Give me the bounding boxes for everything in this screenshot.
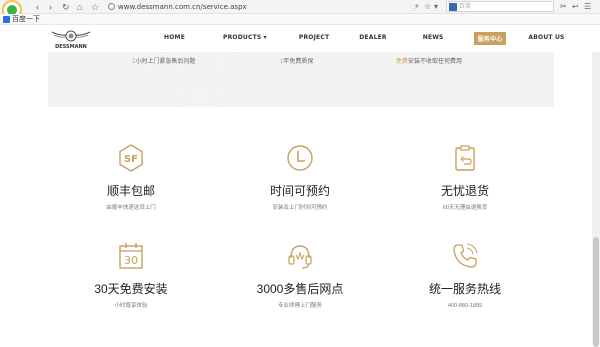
nav-products[interactable]: PRODUCTS ▾ (223, 34, 267, 45)
service-title: 统一服务热线 (428, 282, 501, 296)
star-icon[interactable]: ☆ (91, 2, 99, 12)
banner-item: 2小时上门紧急售后问题 (132, 59, 196, 65)
return-box-icon (455, 145, 475, 171)
svg-text:SF: SF (124, 154, 138, 165)
service-banner: 2小时上门紧急售后问题 1年免费质保 免费安装不收取任何费用 (48, 52, 554, 107)
dropdown-icon[interactable]: ▾ (434, 2, 438, 12)
main-nav: HOME PRODUCTS ▾ PROJECT DEALER NEWS 服务中心… (160, 32, 565, 45)
site-header: DESSMANN HOME PRODUCTS ▾ PROJECT DEALER … (0, 25, 600, 52)
sf-express-icon: SF (119, 144, 143, 172)
headset-icon (288, 245, 312, 269)
site-info-icon[interactable] (108, 3, 115, 10)
nav-service-center[interactable]: 服务中心 (473, 32, 507, 45)
phone-icon (453, 243, 478, 268)
nav-about[interactable]: ABOUT US (528, 34, 564, 45)
nav-project[interactable]: PROJECT (299, 34, 329, 45)
menu-icon[interactable]: ☰ (584, 2, 591, 12)
search-engine-icon (449, 3, 457, 11)
reload-icon[interactable]: ↻ (62, 2, 70, 12)
cut-icon[interactable]: ✂ (560, 2, 567, 12)
nav-home[interactable]: HOME (164, 34, 185, 45)
service-desc: 小时尊享体验 (114, 303, 148, 309)
service-card: 统一服务热线 400-880-1889 (405, 241, 525, 310)
home-icon[interactable]: ⌂ (77, 2, 82, 12)
service-title: 顺丰包邮 (106, 184, 155, 198)
bookmark-link[interactable]: 百度一下 (12, 15, 40, 24)
page-scrollbar[interactable] (592, 52, 600, 347)
service-card: 无忧退货 60天无理由退换货 (405, 143, 525, 212)
scrollbar-thumb[interactable] (593, 237, 599, 347)
back-arrow-icon[interactable]: ↩ (572, 2, 579, 12)
service-title: 3000多售后网点 (256, 282, 344, 296)
lightning-icon[interactable]: ⚡ (414, 2, 420, 12)
forward-icon[interactable]: › (49, 2, 52, 12)
banner-item: 免费安装不收取任何费用 (396, 59, 463, 65)
service-desc: 60天无理由退换货 (442, 205, 488, 211)
service-card: 3000多售后网点 专业师傅上门服务 (240, 241, 360, 310)
svg-text:30: 30 (124, 254, 138, 267)
service-title: 30天免费安装 (94, 282, 168, 296)
service-desc: 安装及上门时间可预约 (272, 205, 328, 211)
baidu-icon (3, 16, 10, 23)
nav-news[interactable]: NEWS (423, 34, 444, 45)
bookmark-star-icon[interactable]: ☆ (424, 2, 431, 12)
banner-item: 1年免费质保 (280, 59, 314, 65)
address-bar[interactable]: www.dessmann.com.cn/service.aspx (118, 1, 438, 13)
service-title: 无忧退货 (440, 184, 489, 198)
service-desc: 专业师傅上门服务 (277, 303, 322, 309)
bookmark-bar: 百度一下 (0, 14, 600, 25)
service-card: 时间可预约 安装及上门时间可预约 (240, 143, 360, 212)
calendar-30-icon: 30 (119, 243, 143, 269)
search-input[interactable]: 百度 (446, 1, 554, 12)
service-card: SF 顺丰包邮 由顺丰快递送货上门 (71, 143, 191, 212)
service-card: 30 30天免费安装 小时尊享体验 (71, 241, 191, 310)
service-title: 时间可预约 (269, 184, 330, 198)
svg-text:DESSMANN: DESSMANN (55, 44, 87, 50)
search-placeholder: 百度 (459, 4, 472, 10)
back-icon[interactable]: ‹ (36, 2, 39, 12)
dessmann-logo[interactable]: DESSMANN (50, 28, 92, 50)
service-desc: 由顺丰快递送货上门 (106, 205, 156, 211)
clock-icon (287, 145, 313, 171)
nav-dealer[interactable]: DEALER (359, 34, 386, 45)
browser-toolbar: ‹ › ↻ ⌂ ☆ www.dessmann.com.cn/service.as… (0, 0, 600, 20)
service-desc: 400-880-1889 (447, 303, 483, 309)
